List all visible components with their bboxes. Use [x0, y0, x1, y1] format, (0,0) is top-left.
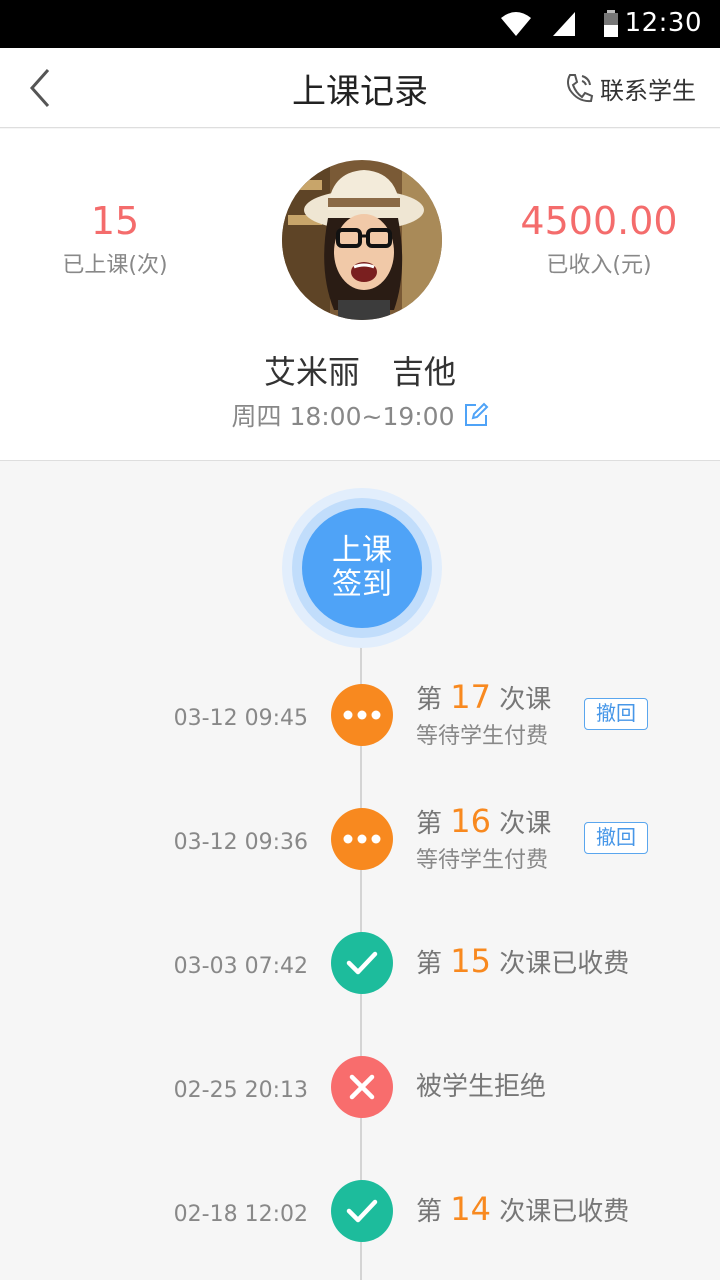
lesson-record: 02-18 12:02 第 14 次课已收费: [0, 1180, 720, 1260]
schedule-text: 周四 18:00~19:00: [231, 402, 455, 431]
record-suffix: 次课: [499, 809, 552, 839]
record-prefix: 第: [416, 685, 443, 715]
record-info: 第 14 次课已收费: [416, 1190, 629, 1228]
record-date: 03-03 07:42: [173, 954, 308, 979]
more-dots-icon: [343, 834, 381, 844]
lesson-record: 03-12 09:36 第 16 次课 等待学生付费 撤回: [0, 802, 720, 888]
record-title: 第 14 次课已收费: [416, 1190, 629, 1228]
contact-student-label: 联系学生: [600, 76, 696, 105]
record-number: 17: [450, 678, 491, 716]
record-info: 第 17 次课 等待学生付费: [416, 678, 551, 750]
checkin-button[interactable]: 上课 签到: [282, 488, 442, 648]
record-prefix: 第: [416, 949, 443, 979]
record-subtitle: 等待学生付费: [416, 848, 549, 873]
revoke-button[interactable]: 撤回: [584, 698, 648, 730]
record-number: 14: [450, 1190, 491, 1228]
revoke-button[interactable]: 撤回: [584, 822, 648, 854]
income-amount: 4500.00: [520, 199, 678, 243]
status-time: 12:30: [624, 8, 702, 38]
lessons-count: 15: [90, 199, 140, 243]
income-label: 已收入(元): [546, 253, 652, 278]
paid-status-icon: [331, 932, 393, 994]
checkin-label-line2: 签到: [332, 567, 392, 602]
record-title: 第 17 次课: [416, 678, 551, 716]
record-title: 第 15 次课已收费: [416, 942, 629, 980]
record-prefix: 第: [416, 809, 443, 839]
checkin-label-line1: 上课: [332, 533, 392, 568]
app-header: 上课记录 联系学生: [0, 48, 720, 128]
record-date: 03-12 09:36: [173, 830, 308, 855]
schedule-row: 周四 18:00~19:00: [0, 397, 720, 433]
checkin-core: 上课 签到: [302, 508, 422, 628]
phone-icon: [567, 74, 594, 103]
record-date: 03-12 09:45: [173, 706, 308, 731]
record-suffix: 次课已收费: [499, 949, 630, 979]
record-number: 16: [450, 802, 491, 840]
record-date: 02-25 20:13: [173, 1078, 308, 1103]
student-profile: 15 已上课(次) 4500.00 已收入(元) 艾米丽 吉他 周四 18:00…: [0, 129, 720, 461]
battery-icon: [604, 10, 618, 37]
record-info: 第 15 次课已收费: [416, 942, 629, 980]
edit-icon[interactable]: [463, 402, 489, 428]
lessons-label: 已上课(次): [62, 253, 168, 278]
check-icon: [346, 951, 378, 975]
paid-status-icon: [331, 1180, 393, 1242]
lesson-record: 02-25 20:13 被学生拒绝: [0, 1056, 720, 1136]
lesson-record: 03-03 07:42 第 15 次课已收费: [0, 932, 720, 1012]
record-info: 被学生拒绝: [416, 1066, 546, 1103]
record-suffix: 次课已收费: [499, 1197, 630, 1227]
avatar: [282, 160, 442, 320]
rejected-status-icon: [331, 1056, 393, 1118]
record-title: 被学生拒绝: [416, 1072, 547, 1102]
signal-icon: [553, 12, 575, 36]
record-suffix: 次课: [499, 685, 552, 715]
status-bar: 12:30: [0, 0, 720, 48]
student-name: 艾米丽 吉他: [263, 353, 456, 391]
record-title: 第 16 次课: [416, 802, 551, 840]
record-prefix: 第: [416, 1197, 443, 1227]
pending-status-icon: [331, 684, 393, 746]
lesson-record: 03-12 09:45 第 17 次课 等待学生付费 撤回: [0, 678, 720, 764]
contact-student-button[interactable]: 联系学生: [564, 66, 696, 110]
record-subtitle: 等待学生付费: [416, 724, 549, 749]
check-icon: [346, 1199, 378, 1223]
income-stat: 4500.00 已收入(元): [510, 199, 688, 279]
lessons-stat: 15 已上课(次): [40, 199, 190, 279]
record-number: 15: [450, 942, 491, 980]
close-icon: [349, 1074, 375, 1100]
record-date: 02-18 12:02: [173, 1202, 308, 1227]
more-dots-icon: [343, 710, 381, 720]
wifi-icon: [501, 12, 531, 36]
record-info: 第 16 次课 等待学生付费: [416, 802, 551, 874]
pending-status-icon: [331, 808, 393, 870]
